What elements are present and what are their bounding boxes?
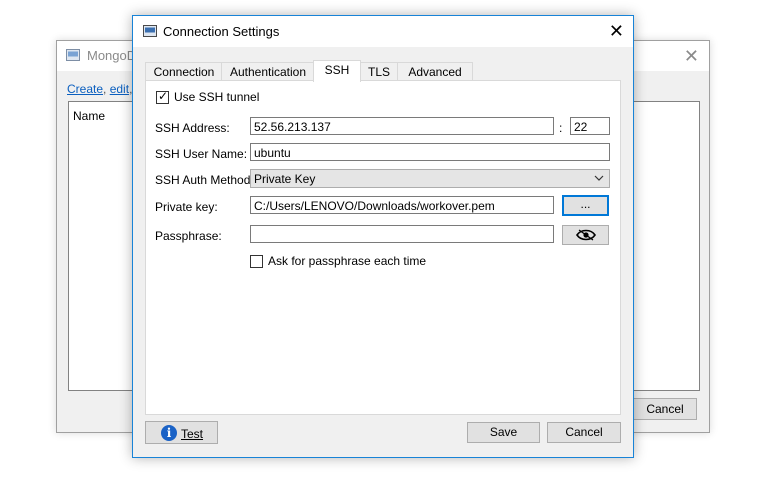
ssh-auth-method-select[interactable]: Private Key <box>250 169 610 188</box>
passphrase-input[interactable] <box>250 225 554 243</box>
use-ssh-tunnel-checkbox[interactable]: ✓ <box>156 89 169 104</box>
checkmark-icon: ✓ <box>158 89 169 103</box>
connection-settings-dialog: Connection Settings ✕ Connection Authent… <box>132 15 634 458</box>
tab-ssh[interactable]: SSH <box>313 60 361 82</box>
tab-advanced[interactable]: Advanced <box>397 62 473 81</box>
ssh-user-input[interactable]: ubuntu <box>250 143 610 161</box>
dialog-titlebar: Connection Settings ✕ <box>133 16 633 47</box>
port-separator: : <box>559 121 563 135</box>
test-button[interactable]: i Test <box>145 421 218 444</box>
ssh-user-label: SSH User Name: <box>155 147 248 161</box>
cancel-button[interactable]: Cancel <box>547 422 621 443</box>
tab-authentication[interactable]: Authentication <box>221 62 315 81</box>
show-passphrase-button[interactable] <box>562 225 609 245</box>
background-cancel-button[interactable]: Cancel <box>633 398 697 420</box>
app-window-icon <box>66 49 80 61</box>
chevron-down-icon <box>594 175 604 181</box>
edit-link[interactable]: edit <box>110 82 129 96</box>
tab-tls[interactable]: TLS <box>359 62 399 81</box>
ssh-auth-method-value: Private Key <box>254 172 316 186</box>
dialog-title: Connection Settings <box>163 24 280 39</box>
create-link[interactable]: Create <box>67 82 103 96</box>
private-key-input[interactable]: C:/Users/LENOVO/Downloads/workover.pem <box>250 196 554 214</box>
info-icon: i <box>161 425 177 441</box>
use-ssh-tunnel-label: Use SSH tunnel <box>174 90 260 104</box>
browse-key-button[interactable]: ... <box>562 195 609 216</box>
ssh-port-input[interactable]: 22 <box>570 117 610 135</box>
background-window-title: MongoD <box>87 48 137 63</box>
ssh-address-input[interactable]: 52.56.213.137 <box>250 117 554 135</box>
private-key-label: Private key: <box>155 200 218 214</box>
background-links: Create, edit, <box>67 82 132 96</box>
close-icon[interactable]: ✕ <box>609 20 624 42</box>
passphrase-label: Passphrase: <box>155 229 222 243</box>
tab-connection[interactable]: Connection <box>145 62 223 81</box>
ssh-auth-method-label: SSH Auth Method: <box>155 173 254 187</box>
app-window-icon <box>143 25 157 37</box>
eye-icon <box>575 229 596 241</box>
ssh-address-label: SSH Address: <box>155 121 230 135</box>
ask-passphrase-label: Ask for passphrase each time <box>268 254 427 268</box>
save-button[interactable]: Save <box>467 422 540 443</box>
list-header-name: Name <box>73 109 106 123</box>
link-separator: , <box>103 82 110 96</box>
ssh-panel: ✓ Use SSH tunnel SSH Address: 52.56.213.… <box>145 80 621 415</box>
ask-passphrase-checkbox[interactable] <box>250 255 263 268</box>
background-close-icon[interactable]: ✕ <box>684 46 699 67</box>
test-button-label: Test <box>181 427 204 441</box>
